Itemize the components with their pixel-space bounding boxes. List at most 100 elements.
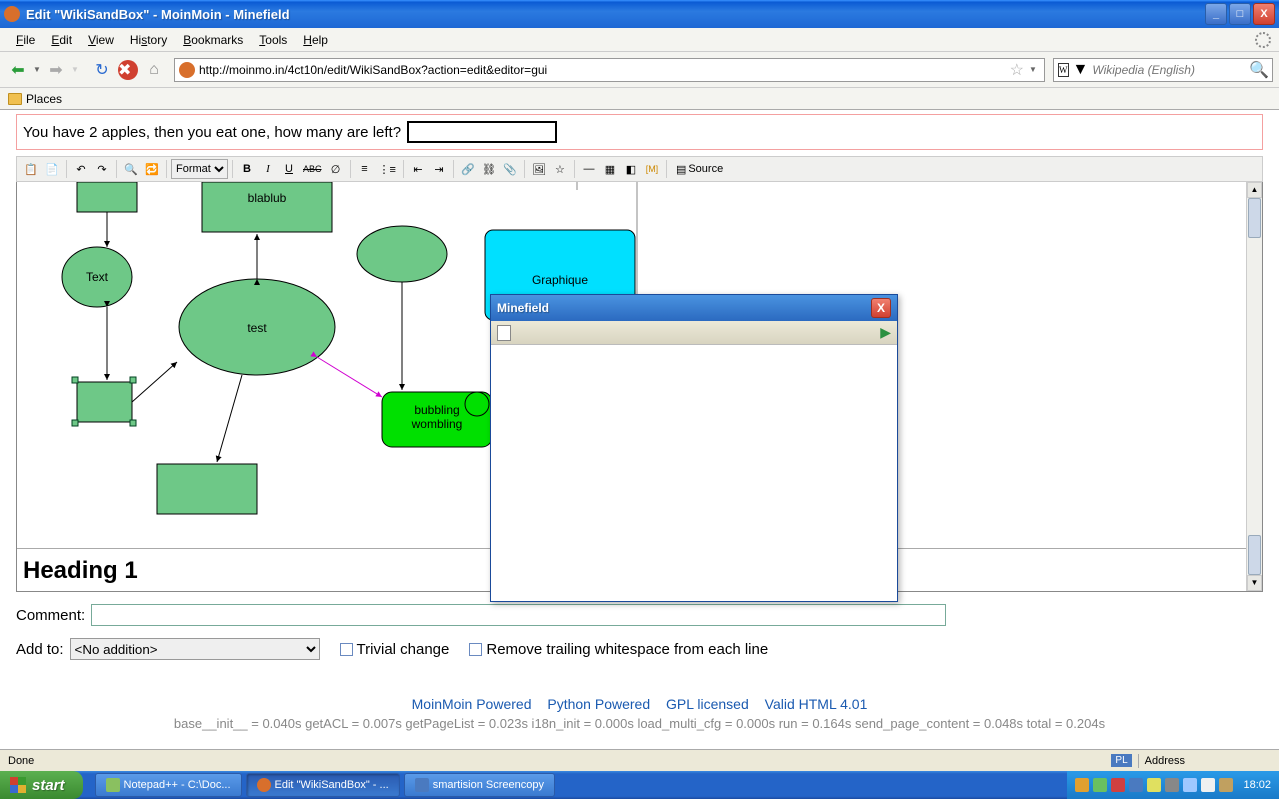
attachment-icon[interactable]: 📎 (500, 159, 520, 179)
ordered-list-icon[interactable]: ≡ (355, 159, 375, 179)
search-box[interactable]: W ▼ 🔍 (1053, 58, 1273, 82)
status-bar: Done PL Address (0, 749, 1279, 771)
checkbox-icon[interactable] (340, 643, 353, 656)
url-input[interactable] (199, 63, 1008, 77)
search-input[interactable] (1092, 63, 1249, 77)
stop-button[interactable]: ✖ (116, 58, 140, 82)
checkbox-icon[interactable] (469, 643, 482, 656)
status-text: Done (8, 755, 34, 767)
bookmark-star-icon[interactable]: ☆ (1010, 60, 1024, 80)
footer-link[interactable]: Valid HTML 4.01 (765, 696, 868, 712)
italic-button[interactable]: I (258, 159, 278, 179)
back-history-dropdown[interactable]: ▼ (32, 58, 42, 82)
footer-link[interactable]: Python Powered (547, 696, 650, 712)
question-answer-input[interactable] (407, 121, 557, 143)
menu-edit[interactable]: Edit (43, 30, 80, 50)
back-button[interactable]: ⬅ (6, 58, 30, 82)
clock[interactable]: 18:02 (1243, 779, 1271, 791)
editor-scrollbar[interactable]: ▲ ▼ (1246, 182, 1262, 591)
taskbar-item[interactable]: Notepad++ - C:\Doc... (95, 773, 242, 797)
link-icon[interactable]: 🔗 (458, 159, 478, 179)
scroll-thumb[interactable] (1248, 198, 1261, 238)
tray-icon[interactable] (1075, 778, 1089, 792)
svg-text:wombling: wombling (411, 417, 463, 431)
addto-select[interactable]: <No addition> (70, 638, 320, 660)
format-select[interactable]: Format (171, 159, 228, 179)
go-icon[interactable]: ▶ (880, 324, 891, 341)
replace-icon[interactable]: 🔁 (142, 159, 162, 179)
url-dropdown-icon[interactable]: ▼ (1026, 65, 1040, 74)
language-indicator[interactable]: PL (1111, 754, 1131, 767)
address-label: Address (1145, 755, 1185, 767)
hr-icon[interactable]: — (579, 159, 599, 179)
footer-link[interactable]: GPL licensed (666, 696, 749, 712)
tray-icon[interactable] (1111, 778, 1125, 792)
url-bar[interactable]: ☆ ▼ (174, 58, 1045, 82)
indent-icon[interactable]: ⇥ (429, 159, 449, 179)
scroll-thumb-2[interactable] (1248, 535, 1261, 575)
tray-icon[interactable] (1219, 778, 1233, 792)
trivial-change-checkbox[interactable]: Trivial change (340, 641, 450, 658)
tray-icon[interactable] (1165, 778, 1179, 792)
find-icon[interactable]: 🔍 (121, 159, 141, 179)
tray-icon[interactable] (1093, 778, 1107, 792)
source-button[interactable]: ▤Source (671, 159, 728, 179)
system-tray[interactable]: 18:02 (1067, 771, 1279, 799)
smiley-icon[interactable]: ☆ (550, 159, 570, 179)
window-close-button[interactable]: X (1253, 3, 1275, 25)
forward-history-dropdown: ▼ (70, 58, 80, 82)
unordered-list-icon[interactable]: ⋮≡ (376, 159, 399, 179)
tray-icon[interactable] (1147, 778, 1161, 792)
window-minimize-button[interactable]: _ (1205, 3, 1227, 25)
footer-link[interactable]: MoinMoin Powered (412, 696, 532, 712)
special-char-icon[interactable]: ◧ (621, 159, 641, 179)
start-button[interactable]: start (0, 771, 83, 799)
comment-input[interactable] (91, 604, 946, 626)
reload-button[interactable]: ↻ (90, 58, 114, 82)
menu-view[interactable]: View (80, 30, 122, 50)
search-engine-dropdown[interactable]: ▼ (1073, 61, 1089, 79)
menu-tools[interactable]: Tools (251, 30, 295, 50)
question-text: You have 2 apples, then you eat one, how… (23, 124, 401, 141)
document-icon[interactable] (497, 325, 511, 341)
table-icon[interactable]: ▦ (600, 159, 620, 179)
home-button[interactable]: ⌂ (142, 58, 166, 82)
bold-button[interactable]: B (237, 159, 257, 179)
redo-icon[interactable]: ↷ (92, 159, 112, 179)
menu-file[interactable]: File (8, 30, 43, 50)
window-maximize-button[interactable]: □ (1229, 3, 1251, 25)
underline-button[interactable]: U (279, 159, 299, 179)
search-engine-icon[interactable]: W (1058, 63, 1069, 77)
menu-history[interactable]: History (122, 30, 175, 50)
menu-bookmarks[interactable]: Bookmarks (175, 30, 251, 50)
popup-titlebar[interactable]: Minefield X (491, 295, 897, 321)
editor-toolbar: 📋 📄 ↶ ↷ 🔍 🔁 Format B I U ABC ∅ ≡ ⋮≡ ⇤ ⇥ … (16, 156, 1263, 182)
scroll-up-icon[interactable]: ▲ (1247, 182, 1262, 198)
undo-icon[interactable]: ↶ (71, 159, 91, 179)
popup-close-button[interactable]: X (871, 298, 891, 318)
copy-icon[interactable]: 📋 (21, 159, 41, 179)
taskbar-item[interactable]: Edit "WikiSandBox" - ... (246, 773, 400, 797)
unlink-icon[interactable]: ⛓ (479, 159, 499, 179)
tray-icon[interactable] (1201, 778, 1215, 792)
strike-button[interactable]: ABC (300, 159, 325, 179)
paste-icon[interactable]: 📄 (42, 159, 62, 179)
remove-whitespace-checkbox[interactable]: Remove trailing whitespace from each lin… (469, 641, 768, 658)
scroll-down-icon[interactable]: ▼ (1247, 575, 1262, 591)
svg-text:Graphique: Graphique (532, 273, 588, 287)
tray-icon[interactable] (1129, 778, 1143, 792)
svg-text:Text: Text (86, 270, 109, 284)
outdent-icon[interactable]: ⇤ (408, 159, 428, 179)
menu-help[interactable]: Help (295, 30, 336, 50)
image-icon[interactable]: 🖼 (529, 159, 549, 179)
popup-dialog[interactable]: Minefield X ▶ (490, 294, 898, 602)
bookmark-places[interactable]: Places (26, 92, 62, 106)
taskbar-item[interactable]: smartision Screencopy (404, 773, 555, 797)
comment-row: Comment: (16, 604, 1263, 626)
search-icon[interactable]: 🔍 (1249, 60, 1269, 80)
tray-icon[interactable] (1183, 778, 1197, 792)
footer-timing: base__init__ = 0.040s getACL = 0.007s ge… (16, 716, 1263, 731)
remove-format-icon[interactable]: ∅ (326, 159, 346, 179)
macro-button[interactable]: [M] (642, 159, 662, 179)
heading-1: Heading 1 (23, 557, 138, 585)
